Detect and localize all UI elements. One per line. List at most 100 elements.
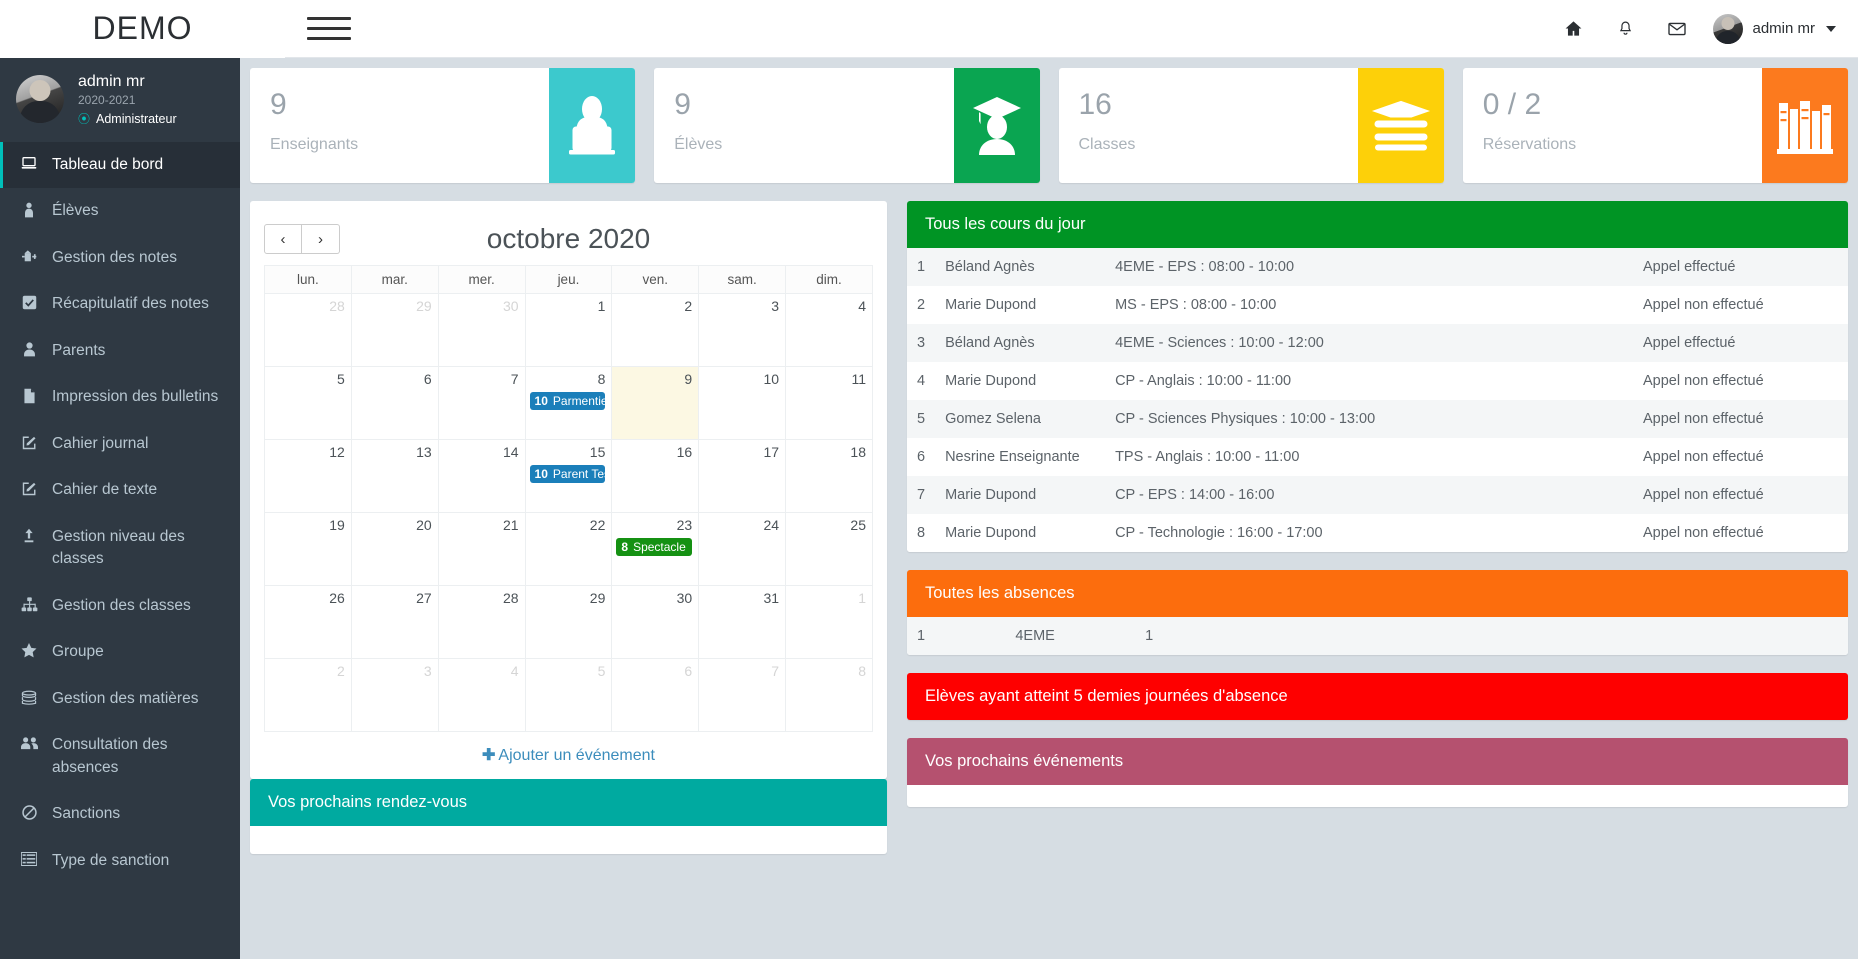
calendar-day-cell[interactable]: 30 xyxy=(611,585,700,659)
table-row[interactable]: 7 Marie Dupond CP - EPS : 14:00 - 16:00 App… xyxy=(907,476,1848,514)
table-row[interactable]: 1 Béland Agnès 4EME - EPS : 08:00 - 10:00 A… xyxy=(907,248,1848,286)
calendar-day-cell[interactable]: 15 10 Parent Test xyxy=(524,439,613,513)
stat-card-2[interactable]: 16 Classes xyxy=(1058,68,1444,183)
calendar-day-cell[interactable]: 10 xyxy=(698,366,787,440)
sidebar-item-13[interactable]: Sanctions xyxy=(0,791,240,837)
calendar-day-number: 25 xyxy=(850,517,866,533)
sidebar-item-11[interactable]: Gestion des matières xyxy=(0,676,240,722)
course-link[interactable]: CP - Anglais : 10:00 - 11:00 xyxy=(1105,362,1633,400)
brand-logo[interactable]: DEMO xyxy=(0,0,285,58)
calendar-event[interactable]: 10 Parent Test xyxy=(529,465,606,483)
table-row[interactable]: 5 Gomez Selena CP - Sciences Physiques : 1… xyxy=(907,400,1848,438)
calendar-day-cell[interactable]: 27 xyxy=(350,585,439,659)
table-row[interactable]: 3 Béland Agnès 4EME - Sciences : 10:00 - 1… xyxy=(907,324,1848,362)
sidebar-item-14[interactable]: Type de sanction xyxy=(0,838,240,884)
table-row[interactable]: 6 Nesrine Enseignante TPS - Anglais : 10:0… xyxy=(907,438,1848,476)
sidebar-item-12[interactable]: Consultation des absences xyxy=(0,722,240,791)
table-row[interactable]: 8 Marie Dupond CP - Technologie : 16:00 - … xyxy=(907,514,1848,552)
calendar-day-cell[interactable]: 3 xyxy=(698,293,787,367)
calendar-day-cell[interactable]: 3 xyxy=(350,658,439,732)
calendar-day-cell[interactable]: 12 xyxy=(264,439,352,513)
calendar-day-number: 27 xyxy=(416,590,432,606)
sidebar-item-7[interactable]: Cahier de texte xyxy=(0,467,240,513)
calendar-day-cell[interactable]: 14 xyxy=(437,439,526,513)
calendar-day-cell[interactable]: 7 xyxy=(437,366,526,440)
sidebar-item-5[interactable]: Impression des bulletins xyxy=(0,374,240,420)
user-menu[interactable]: admin mr xyxy=(1703,13,1836,44)
stat-card-0[interactable]: 9 Enseignants xyxy=(250,68,636,183)
calendar-day-cell[interactable]: 1 xyxy=(524,293,613,367)
sidebar-item-0[interactable]: Tableau de bord xyxy=(0,142,240,189)
list-icon xyxy=(19,850,39,866)
course-link[interactable]: TPS - Anglais : 10:00 - 11:00 xyxy=(1105,438,1633,476)
course-link[interactable]: CP - Technologie : 16:00 - 17:00 xyxy=(1105,514,1633,552)
absence-count-link[interactable]: 1 xyxy=(1135,617,1848,655)
calendar-day-cell[interactable]: 2 xyxy=(264,658,352,732)
calendar-day-cell[interactable]: 8 10 Parmentier xyxy=(524,366,613,440)
calendar-event[interactable]: 10 Parmentier xyxy=(529,392,606,410)
course-link[interactable]: CP - Sciences Physiques : 10:00 - 13:00 xyxy=(1105,400,1633,438)
course-link[interactable]: CP - EPS : 14:00 - 16:00 xyxy=(1105,476,1633,514)
sidebar-item-3[interactable]: Récapitulatif des notes xyxy=(0,281,240,327)
sidebar-item-10[interactable]: Groupe xyxy=(0,629,240,675)
calendar-day-cell[interactable]: 5 xyxy=(524,658,613,732)
sidebar-item-8[interactable]: Gestion niveau des classes xyxy=(0,514,240,583)
course-link[interactable]: 4EME - EPS : 08:00 - 10:00 xyxy=(1105,248,1633,286)
calendar-day-cell[interactable]: 4 xyxy=(437,658,526,732)
course-link[interactable]: MS - EPS : 08:00 - 10:00 xyxy=(1105,286,1633,324)
calendar-day-cell[interactable]: 29 xyxy=(524,585,613,659)
calendar-day-cell[interactable]: 8 xyxy=(785,658,873,732)
calendar-day-number: 1 xyxy=(858,590,866,606)
calendar-day-cell[interactable]: 6 xyxy=(611,658,700,732)
calendar-day-cell[interactable]: 19 xyxy=(264,512,352,586)
envelope-icon[interactable] xyxy=(1651,0,1703,58)
calendar-day-cell[interactable]: 1 xyxy=(785,585,873,659)
home-icon[interactable] xyxy=(1547,0,1599,58)
calendar-day-cell[interactable]: 4 xyxy=(785,293,873,367)
add-event-link[interactable]: ✚ Ajouter un événement xyxy=(482,747,655,764)
calendar-day-cell[interactable]: 25 xyxy=(785,512,873,586)
calendar-day-cell[interactable]: 29 xyxy=(350,293,439,367)
table-row[interactable]: 2 Marie Dupond MS - EPS : 08:00 - 10:00 App… xyxy=(907,286,1848,324)
status-badge: Appel non effectué xyxy=(1643,525,1764,541)
calendar-day-cell[interactable]: 7 xyxy=(698,658,787,732)
sidebar-item-6[interactable]: Cahier journal xyxy=(0,421,240,467)
calendar-day-cell[interactable]: 5 xyxy=(264,366,352,440)
stat-card-1[interactable]: 9 Élèves xyxy=(654,68,1040,183)
sidebar-item-label: Élèves xyxy=(52,202,99,220)
calendar-day-cell[interactable]: 9 xyxy=(611,366,700,440)
sidebar-item-1[interactable]: Élèves xyxy=(0,188,240,234)
calendar-event[interactable]: 8 Spectacle xyxy=(616,538,693,556)
stat-card-3[interactable]: 0 / 2 Réservations xyxy=(1462,68,1848,183)
sidebar-user-panel[interactable]: admin mr 2020-2021 ⦿ Administrateur xyxy=(0,58,240,142)
calendar-day-cell[interactable]: 28 xyxy=(437,585,526,659)
calendar-next-button[interactable]: › xyxy=(302,224,340,254)
calendar-day-cell[interactable]: 16 xyxy=(611,439,700,513)
calendar-prev-button[interactable]: ‹ xyxy=(264,224,302,254)
sidebar-item-label: Tableau de bord xyxy=(52,156,164,173)
sidebar-item-4[interactable]: Parents xyxy=(0,328,240,374)
calendar-day-cell[interactable]: 17 xyxy=(698,439,787,513)
calendar-day-cell[interactable]: 26 xyxy=(264,585,352,659)
calendar-day-cell[interactable]: 20 xyxy=(350,512,439,586)
calendar-day-cell[interactable]: 23 8 Spectacle xyxy=(611,512,700,586)
calendar-day-cell[interactable]: 6 xyxy=(350,366,439,440)
calendar-day-cell[interactable]: 11 xyxy=(785,366,873,440)
calendar-day-cell[interactable]: 13 xyxy=(350,439,439,513)
table-row[interactable]: 1 4EME 1 xyxy=(907,617,1848,655)
calendar-day-cell[interactable]: 30 xyxy=(437,293,526,367)
sidebar-toggle-button[interactable] xyxy=(307,9,351,49)
sidebar-item-2[interactable]: Gestion des notes xyxy=(0,235,240,281)
calendar-day-cell[interactable]: 2 xyxy=(611,293,700,367)
table-row[interactable]: 4 Marie Dupond CP - Anglais : 10:00 - 11:0… xyxy=(907,362,1848,400)
calendar-day-cell[interactable]: 31 xyxy=(698,585,787,659)
calendar-day-cell[interactable]: 18 xyxy=(785,439,873,513)
calendar-day-number: 30 xyxy=(502,298,519,314)
calendar-day-cell[interactable]: 22 xyxy=(524,512,613,586)
calendar-day-cell[interactable]: 28 xyxy=(264,293,352,367)
calendar-day-cell[interactable]: 24 xyxy=(698,512,787,586)
sidebar-item-9[interactable]: Gestion des classes xyxy=(0,583,240,629)
calendar-day-cell[interactable]: 21 xyxy=(437,512,526,586)
course-link[interactable]: 4EME - Sciences : 10:00 - 12:00 xyxy=(1105,324,1633,362)
bell-icon[interactable] xyxy=(1599,0,1651,58)
